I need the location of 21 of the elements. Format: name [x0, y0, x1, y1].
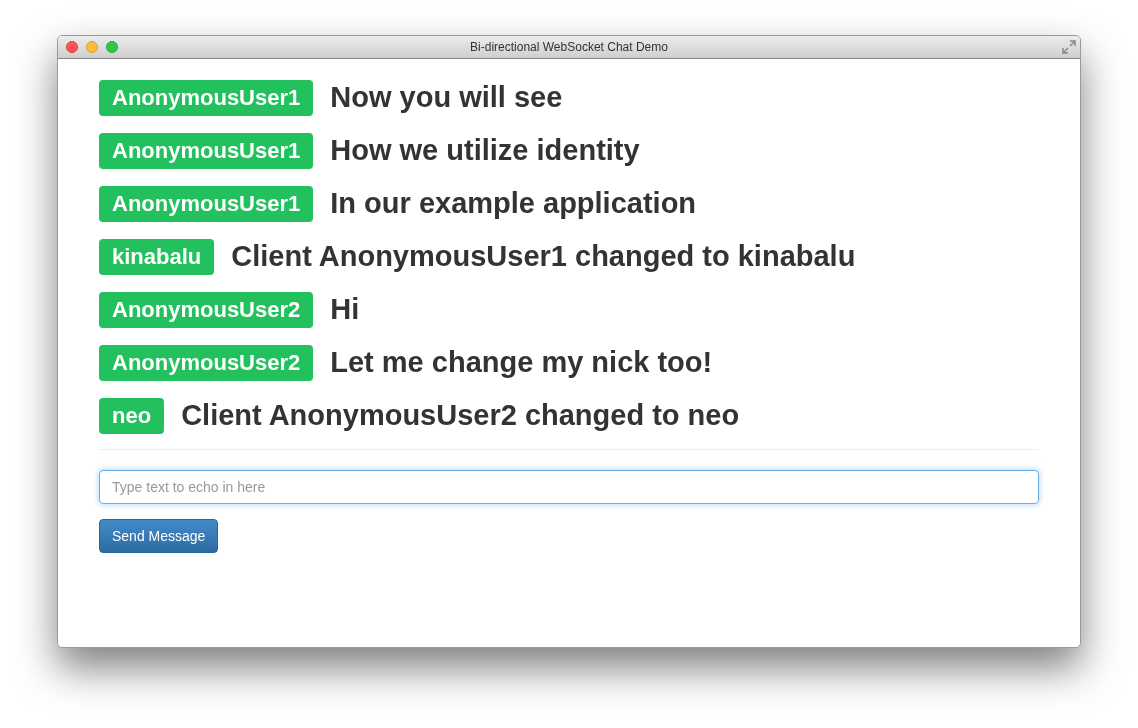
minimize-window-button[interactable]	[86, 41, 98, 53]
user-label: AnonymousUser2	[99, 292, 314, 328]
message-text: In our example application	[330, 186, 697, 222]
message-text: Now you will see	[330, 80, 563, 116]
message-text: How we utilize identity	[330, 133, 640, 169]
message-input[interactable]: Type text to echo in here	[99, 470, 1039, 504]
message-text: Client AnonymousUser1 changed to kinabalu	[231, 239, 856, 275]
message-text: Let me change my nick too!	[330, 345, 713, 381]
zoom-window-button[interactable]	[106, 41, 118, 53]
send-message-button[interactable]: Send Message	[99, 519, 219, 553]
message-text: Client AnonymousUser2 changed to neo	[181, 398, 740, 434]
window-title: Bi-directional WebSocket Chat Demo	[470, 39, 668, 56]
message-text: Hi	[330, 292, 360, 328]
user-label: AnonymousUser2	[99, 345, 314, 381]
user-label: AnonymousUser1	[99, 133, 314, 169]
user-label: kinabalu	[99, 239, 215, 275]
user-label: AnonymousUser1	[99, 186, 314, 222]
close-window-button[interactable]	[66, 41, 78, 53]
user-label: neo	[99, 398, 165, 434]
user-label: AnonymousUser1	[99, 80, 314, 116]
fullscreen-icon[interactable]	[1062, 40, 1076, 54]
